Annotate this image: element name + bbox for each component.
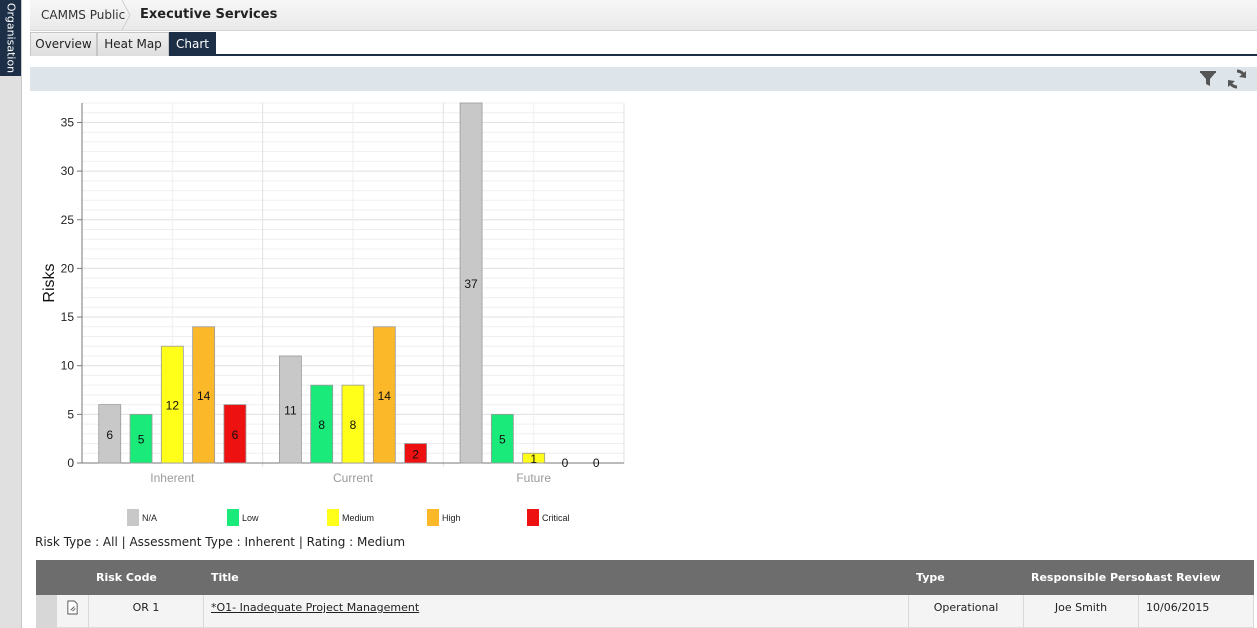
column-header-responsible-person[interactable]: Responsible Person	[1031, 560, 1153, 595]
legend-label: Low	[242, 513, 259, 523]
bar-value-label: 6	[106, 428, 113, 442]
legend-swatch-medium	[327, 509, 339, 526]
bar-value-label: 6	[232, 428, 239, 442]
tab-overview[interactable]: Overview	[30, 32, 97, 56]
y-axis-title: Risks	[41, 263, 58, 302]
filter-summary: Risk Type : All | Assessment Type : Inhe…	[35, 535, 406, 549]
legend-swatch-high	[427, 509, 439, 526]
responsible-person-cell: Joe Smith	[1024, 595, 1139, 628]
column-header-risk-code[interactable]: Risk Code	[96, 560, 157, 595]
legend-label: N/A	[142, 513, 157, 523]
bar-value-label: 0	[593, 456, 600, 470]
bar-value-label: 8	[350, 418, 357, 432]
bar-value-label: 5	[499, 433, 506, 447]
bar-value-label: 2	[412, 447, 419, 461]
tab-chart[interactable]: Chart	[169, 32, 216, 56]
y-tick-label: 35	[61, 115, 75, 129]
legend-label: High	[442, 513, 461, 523]
bar-value-label: 5	[138, 433, 145, 447]
table-row: OR 1 *O1- Inadequate Project Management …	[36, 595, 1254, 628]
column-header-last-review[interactable]: Last Review	[1146, 560, 1221, 595]
x-category-label: Future	[516, 471, 551, 485]
breadcrumb: CAMMS Public Executive Services	[30, 0, 1257, 31]
bar-value-label: 1	[530, 452, 537, 466]
risk-table: Risk Code Title Type Responsible Person …	[36, 560, 1254, 628]
chart-toolbar	[30, 67, 1257, 91]
x-category-label: Current	[333, 471, 374, 485]
type-cell: Operational	[909, 595, 1024, 628]
legend-swatch-critical	[527, 509, 539, 526]
bar-value-label: 14	[378, 389, 392, 403]
y-tick-label: 0	[67, 456, 74, 470]
y-tick-label: 5	[67, 407, 74, 421]
x-category-label: Inherent	[150, 471, 195, 485]
bar-value-label: 11	[284, 403, 297, 417]
tab-heat-map[interactable]: Heat Map	[97, 32, 169, 56]
bar-value-label: 37	[464, 277, 478, 291]
row-selector[interactable]	[36, 595, 57, 628]
legend-label: Critical	[542, 513, 570, 523]
organisation-tab-label: Organisation	[4, 2, 17, 74]
risk-title-link[interactable]: *O1- Inadequate Project Management	[211, 601, 419, 614]
left-panel-strip: Organisation	[0, 0, 22, 628]
breadcrumb-current: Executive Services	[140, 7, 278, 22]
y-tick-label: 25	[61, 213, 75, 227]
y-tick-label: 15	[61, 310, 75, 324]
y-tick-label: 30	[61, 164, 75, 178]
risk-code-cell: OR 1	[89, 595, 204, 628]
risk-bar-chart: 05101520253035Risks6 512146Inherent118 814…	[41, 102, 625, 526]
organisation-tab[interactable]: Organisation	[0, 0, 21, 76]
y-tick-label: 10	[61, 359, 75, 373]
breadcrumb-root[interactable]: CAMMS Public	[30, 0, 126, 30]
y-tick-label: 20	[61, 261, 75, 275]
legend-swatch-low	[227, 509, 239, 526]
filter-icon[interactable]	[1197, 68, 1219, 90]
bar-value-label: 14	[197, 389, 211, 403]
legend-label: Medium	[342, 513, 374, 523]
title-cell: *O1- Inadequate Project Management	[204, 595, 909, 628]
legend-swatch-n-a	[127, 509, 139, 526]
last-review-cell: 10/06/2015	[1139, 595, 1254, 628]
bar-value-label: 12	[166, 399, 180, 413]
column-header-title[interactable]: Title	[211, 560, 239, 595]
bar-value-label: 0	[562, 456, 569, 470]
breadcrumb-separator-icon	[121, 0, 131, 30]
table-header: Risk Code Title Type Responsible Person …	[36, 560, 1254, 595]
refresh-icon[interactable]	[1226, 68, 1248, 90]
view-tabs: Overview Heat Map Chart	[30, 31, 1257, 56]
document-icon[interactable]	[66, 600, 79, 615]
bar-value-label: 8	[318, 418, 325, 432]
app-root: Organisation CAMMS Public Executive Serv…	[0, 0, 1257, 628]
column-header-type[interactable]: Type	[916, 560, 945, 595]
document-cell	[57, 595, 89, 628]
